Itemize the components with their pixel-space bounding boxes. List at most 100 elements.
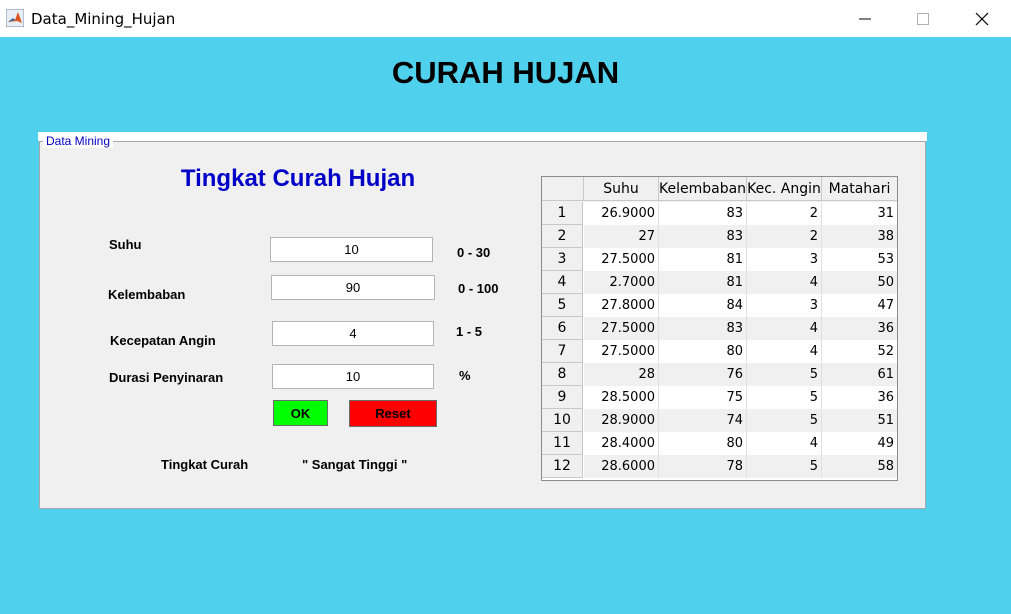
table-cell[interactable]: 83 [659, 202, 747, 225]
table-cell[interactable]: 28.9000 [584, 409, 659, 432]
table-row[interactable]: 12 28.6000 78 5 58 [542, 455, 897, 478]
table-cell[interactable]: 28.4000 [584, 432, 659, 455]
maximize-button[interactable] [894, 0, 952, 37]
table-cell[interactable]: 36 [822, 386, 897, 409]
table-cell[interactable]: 83 [659, 317, 747, 340]
table-cell[interactable]: 78 [659, 455, 747, 478]
table-cell[interactable]: 4 [747, 340, 822, 363]
table-cell[interactable]: 5 [747, 363, 822, 386]
close-button[interactable] [953, 0, 1011, 37]
table-cell[interactable]: 4 [747, 432, 822, 455]
reset-button[interactable]: Reset [349, 400, 437, 427]
maximize-icon [917, 12, 929, 25]
table-cell[interactable]: 27.5000 [584, 248, 659, 271]
table-cell[interactable]: 80 [659, 340, 747, 363]
angin-range: 1 - 5 [456, 324, 483, 339]
row-header[interactable]: 6 [542, 317, 583, 340]
table-cell[interactable]: 26.9000 [584, 202, 659, 225]
row-header[interactable]: 2 [542, 225, 583, 248]
table-cell[interactable]: 76 [659, 363, 747, 386]
table-cell[interactable]: 31 [822, 202, 897, 225]
table-row[interactable]: 9 28.5000 75 5 36 [542, 386, 897, 409]
column-header-matahari[interactable]: Matahari [822, 177, 897, 201]
table-cell[interactable]: 53 [822, 248, 897, 271]
window-title: Data_Mining_Hujan [31, 10, 176, 28]
table-row[interactable]: 3 27.5000 81 3 53 [542, 248, 897, 271]
table-cell[interactable]: 2.7000 [584, 271, 659, 294]
row-header[interactable]: 8 [542, 363, 583, 386]
angin-input[interactable] [272, 321, 434, 346]
table-row[interactable]: 2 27 83 2 38 [542, 225, 897, 248]
column-header-kelembaban[interactable]: Kelembaban [659, 177, 747, 201]
table-cell[interactable]: 52 [822, 340, 897, 363]
durasi-unit: % [459, 368, 471, 383]
row-header[interactable]: 12 [542, 455, 583, 478]
table-row[interactable]: 6 27.5000 83 4 36 [542, 317, 897, 340]
row-header[interactable]: 11 [542, 432, 583, 455]
table-cell[interactable]: 5 [747, 409, 822, 432]
table-cell[interactable]: 49 [822, 432, 897, 455]
minimize-icon [859, 18, 871, 19]
row-header[interactable]: 7 [542, 340, 583, 363]
ok-button[interactable]: OK [273, 400, 328, 426]
suhu-label: Suhu [109, 237, 142, 252]
kelembaban-input[interactable] [271, 275, 435, 300]
table-cell[interactable]: 81 [659, 248, 747, 271]
table-row[interactable]: 1 26.9000 83 2 31 [542, 202, 897, 225]
table-cell[interactable]: 5 [747, 455, 822, 478]
table-cell[interactable]: 27.8000 [584, 294, 659, 317]
close-icon [975, 12, 989, 25]
table-cell[interactable]: 84 [659, 294, 747, 317]
row-header[interactable]: 9 [542, 386, 583, 409]
column-header-suhu[interactable]: Suhu [584, 177, 659, 201]
table-cell[interactable]: 28.6000 [584, 455, 659, 478]
row-header[interactable]: 4 [542, 271, 583, 294]
table-row[interactable]: 4 2.7000 81 4 50 [542, 271, 897, 294]
table-cell[interactable]: 4 [747, 271, 822, 294]
row-header[interactable]: 1 [542, 202, 583, 225]
table-cell[interactable]: 3 [747, 248, 822, 271]
table-cell[interactable]: 80 [659, 432, 747, 455]
table-cell[interactable]: 4 [747, 317, 822, 340]
kelembaban-range: 0 - 100 [458, 281, 499, 296]
table-cell[interactable]: 81 [659, 271, 747, 294]
table-cell[interactable]: 38 [822, 225, 897, 248]
table-cell[interactable]: 58 [822, 455, 897, 478]
row-header[interactable]: 5 [542, 294, 583, 317]
table-cell[interactable]: 28 [584, 363, 659, 386]
panel-top-strip [38, 132, 927, 141]
title-bar: Data_Mining_Hujan [0, 0, 1011, 37]
table-cell[interactable]: 36 [822, 317, 897, 340]
table-cell[interactable]: 74 [659, 409, 747, 432]
durasi-label: Durasi Penyinaran [109, 370, 224, 385]
table-row[interactable]: 11 28.4000 80 4 49 [542, 432, 897, 455]
row-header[interactable]: 3 [542, 248, 583, 271]
table-cell[interactable]: 51 [822, 409, 897, 432]
table-cell[interactable]: 2 [747, 202, 822, 225]
table-cell[interactable]: 5 [747, 386, 822, 409]
table-cell[interactable]: 75 [659, 386, 747, 409]
minimize-button[interactable] [836, 0, 894, 37]
suhu-input[interactable] [270, 237, 433, 262]
table-cell[interactable]: 47 [822, 294, 897, 317]
row-header[interactable]: 10 [542, 409, 583, 432]
table-row[interactable]: 5 27.8000 84 3 47 [542, 294, 897, 317]
table-cell[interactable]: 27.5000 [584, 317, 659, 340]
table-cell[interactable]: 50 [822, 271, 897, 294]
table-row[interactable]: 8 28 76 5 61 [542, 363, 897, 386]
table-cell[interactable]: 61 [822, 363, 897, 386]
table-cell[interactable]: 3 [747, 294, 822, 317]
data-table[interactable]: Suhu Kelembaban Kec. Angin Matahari 1 26.… [541, 176, 898, 481]
table-cell[interactable]: 83 [659, 225, 747, 248]
matlab-icon [6, 9, 24, 27]
table-header: Suhu Kelembaban Kec. Angin Matahari [542, 177, 897, 202]
table-row[interactable]: 7 27.5000 80 4 52 [542, 340, 897, 363]
table-cell[interactable]: 27.5000 [584, 340, 659, 363]
table-row[interactable]: 10 28.9000 74 5 51 [542, 409, 897, 432]
durasi-input[interactable] [272, 364, 434, 389]
column-header-angin[interactable]: Kec. Angin [747, 177, 822, 201]
table-cell[interactable]: 27 [584, 225, 659, 248]
table-cell[interactable]: 28.5000 [584, 386, 659, 409]
table-cell[interactable]: 2 [747, 225, 822, 248]
kelembaban-label: Kelembaban [108, 287, 186, 302]
